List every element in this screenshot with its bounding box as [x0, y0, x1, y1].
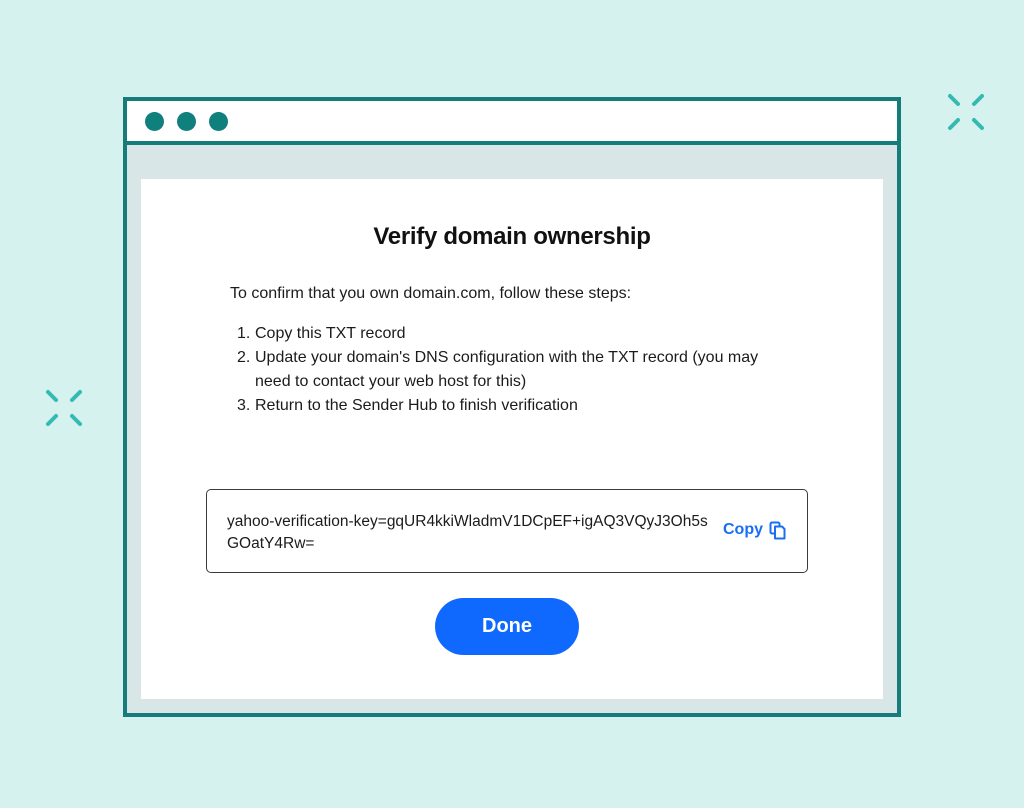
- txt-record-box: yahoo-verification-key=gqUR4kkiWladmV1DC…: [206, 489, 808, 573]
- step-text: Return to the Sender Hub to finish verif…: [255, 397, 578, 414]
- step-number: 3.: [237, 397, 251, 414]
- sparkle-icon: [948, 94, 984, 130]
- intro-text: To confirm that you own domain.com, foll…: [230, 285, 632, 302]
- dialog-title: Verify domain ownership: [373, 223, 651, 250]
- txt-record-value[interactable]: yahoo-verification-key=gqUR4kkiWladmV1DC…: [227, 511, 709, 555]
- step-text: Copy this TXT record: [255, 325, 406, 342]
- done-button[interactable]: Done: [435, 598, 579, 655]
- step-text: Update your domain's DNS configuration w…: [255, 349, 759, 390]
- copy-label: Copy: [723, 521, 763, 538]
- window-dot-icon: [145, 112, 164, 131]
- step-item: 2. Update your domain's DNS configuratio…: [237, 346, 777, 394]
- step-number: 2.: [237, 349, 251, 366]
- copy-icon: [769, 521, 786, 540]
- copy-button[interactable]: Copy: [723, 518, 786, 542]
- step-item: 1. Copy this TXT record: [237, 322, 777, 346]
- window-titlebar: [127, 101, 897, 145]
- window-dot-icon: [177, 112, 196, 131]
- verify-domain-dialog: Verify domain ownership To confirm that …: [141, 179, 883, 699]
- steps-list: 1. Copy this TXT record 2. Update your d…: [237, 322, 777, 418]
- window-dot-icon: [209, 112, 228, 131]
- sparkle-icon: [46, 390, 82, 426]
- step-item: 3. Return to the Sender Hub to finish ve…: [237, 394, 777, 418]
- browser-window: Verify domain ownership To confirm that …: [123, 97, 901, 717]
- step-number: 1.: [237, 325, 251, 342]
